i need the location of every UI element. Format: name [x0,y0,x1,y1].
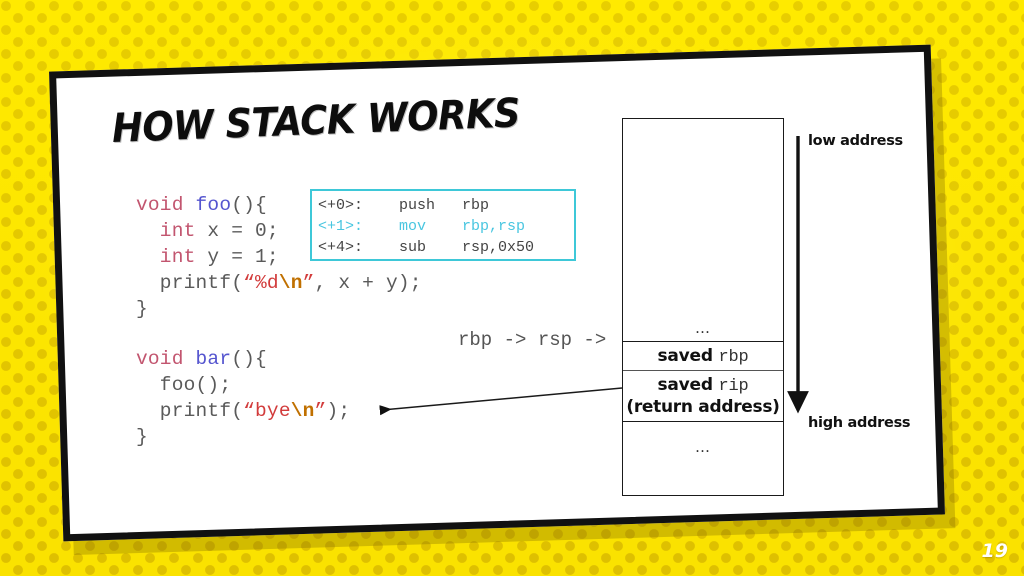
page-number: 19 [981,540,1008,562]
code-bar-line: } [136,424,350,450]
code-bar-line: foo(); [136,372,350,398]
code-foo-token-string: “%d [243,272,279,294]
stack-cell-saved-rip: saved rip (return address) [623,371,783,422]
code-bar-token-escape: \n [290,400,315,422]
code-foo-token-keyword: int [136,220,208,242]
code-foo-token-keyword: int [136,246,208,268]
assembly-listing: <+0>: push rbp <+1>: mov rbp,rsp <+4>: sub… [310,189,576,261]
code-bar-token-plain: printf( [136,400,244,422]
saved-rbp-label: saved rbp [657,346,748,367]
return-address-connector-arrow [379,387,623,416]
code-bar-token-plain: foo(); [136,374,232,396]
stack-diagram: … saved rbp saved rip (return address) … [622,118,784,496]
low-address-label: low address [808,133,903,149]
code-bar-line: printf(“bye\n”); [136,398,350,424]
assembly-offset: <+1>: [318,218,400,235]
saved-rbp-register: rbp [718,347,749,367]
code-foo-token-plain: printf( [136,272,244,294]
code-bar-line: void bar(){ [136,346,350,372]
code-foo-token-plain: (){ [231,194,267,216]
stack-cell-saved-rbp: saved rbp [623,341,783,371]
code-foo-token-plain: , x + y); [314,272,422,294]
saved-rip-register: rip [718,377,749,396]
code-foo-line: } [136,296,422,322]
assembly-line: <+4>: sub rsp,0x50 [318,237,574,258]
assembly-mnemonic: sub [399,239,463,256]
code-foo-token-escape: \n [278,272,303,294]
address-direction-arrow [787,136,809,414]
register-pointer-label: rbp -> rsp -> [458,329,607,351]
saved-rip-word: saved [657,375,713,395]
code-block-bar: void bar(){ foo(); printf(“bye\n”);} [136,346,350,450]
code-foo-token-keyword: void [136,194,196,216]
code-bar-token-keyword: void [136,348,196,370]
code-bar-token-function: bar [195,348,232,370]
code-bar-token-plain: } [136,426,148,448]
code-foo-token-string: ” [302,272,315,294]
code-bar-token-string: ” [314,400,327,422]
code-foo-token-plain: x = 0; [207,220,279,242]
assembly-line: <+1>: mov rbp,rsp [318,216,574,237]
assembly-operands: rsp,0x50 [462,239,535,256]
assembly-offset: <+0>: [318,197,400,214]
code-bar-token-string: “bye [243,400,291,422]
assembly-operands: rbp [462,197,490,214]
code-foo-line: printf(“%d\n”, x + y); [136,270,422,296]
assembly-mnemonic: mov [399,218,463,235]
code-bar-token-plain: (){ [231,348,267,370]
code-foo-token-plain: } [136,298,148,320]
assembly-mnemonic: push [399,197,463,214]
code-bar-token-plain: ); [326,400,351,422]
assembly-operands: rbp,rsp [462,218,526,235]
stack-cell-top: … [623,119,783,341]
code-foo-token-plain: y = 1; [207,246,279,268]
slide: HOW STACK WORKS void foo(){ int x = 0; i… [0,0,1024,576]
high-address-label: high address [808,415,911,431]
assembly-offset: <+4>: [318,239,400,256]
code-foo-token-function: foo [195,194,232,216]
saved-rip-label: saved rip [657,375,748,396]
saved-rbp-word: saved [657,345,713,366]
stack-ellipsis-bottom: … [695,438,711,456]
return-address-note: (return address) [626,397,780,417]
stack-cell-bottom: … [623,422,783,494]
assembly-line: <+0>: push rbp [318,195,574,216]
stack-ellipsis-top: … [695,319,711,337]
